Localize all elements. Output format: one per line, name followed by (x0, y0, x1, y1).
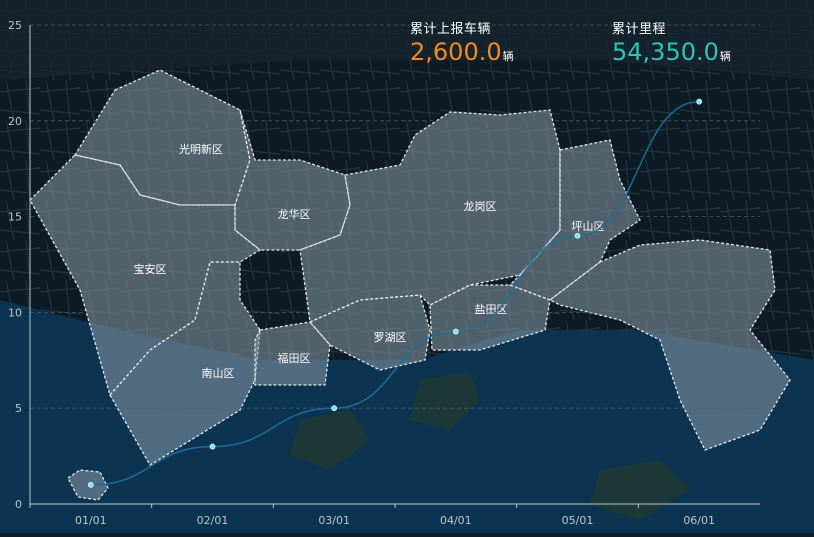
x-tick-label: 03/01 (318, 514, 350, 527)
data-point (331, 405, 338, 412)
data-point (87, 481, 94, 488)
kpi-vehicles-label: 累计上报车辆 (410, 22, 492, 37)
data-point (574, 232, 581, 239)
y-tick-label: 15 (8, 211, 22, 224)
label-futian: 福田区 (278, 351, 311, 365)
x-tick-label: 01/01 (75, 514, 107, 527)
y-tick-label: 0 (15, 498, 22, 511)
shenzhen-district-map: 光明新区 龙华区 宝安区 南山区 福田区 罗湖区 盐田区 龙岗区 坪山区 051… (0, 0, 814, 533)
y-tick-label: 10 (8, 306, 22, 319)
map-chart-panel: 光明新区 龙华区 宝安区 南山区 福田区 罗湖区 盐田区 龙岗区 坪山区 051… (0, 0, 814, 533)
label-nanshan: 南山区 (202, 367, 235, 380)
kpi-total-mileage: 累计里程 54,350.0辆 (612, 18, 731, 67)
y-tick-label: 5 (15, 402, 22, 415)
kpi-vehicles-unit: 辆 (502, 50, 514, 63)
kpi-mileage-unit: 辆 (719, 50, 731, 63)
data-point (696, 98, 703, 105)
x-tick-label: 05/01 (562, 514, 594, 527)
kpi-mileage-value: 54,350.0 (612, 38, 719, 66)
kpi-mileage-label: 累计里程 (612, 22, 667, 37)
data-point (452, 328, 459, 335)
label-pingshan: 坪山区 (572, 220, 605, 233)
y-tick-label: 20 (8, 115, 22, 128)
kpi-vehicles-value: 2,600.0 (410, 38, 502, 66)
x-tick-label: 06/01 (683, 514, 715, 527)
data-point (209, 443, 216, 450)
y-tick-label: 25 (8, 19, 22, 32)
label-longhua: 龙华区 (278, 207, 311, 221)
x-tick-label: 02/01 (197, 514, 229, 527)
label-luohu: 罗湖区 (374, 331, 407, 344)
label-guangming: 光明新区 (179, 142, 223, 156)
x-tick-label: 04/01 (440, 514, 472, 527)
kpi-reported-vehicles: 累计上报车辆 2,600.0辆 (410, 18, 514, 67)
label-longgang: 龙岗区 (464, 200, 497, 213)
label-baoan: 宝安区 (134, 262, 167, 276)
